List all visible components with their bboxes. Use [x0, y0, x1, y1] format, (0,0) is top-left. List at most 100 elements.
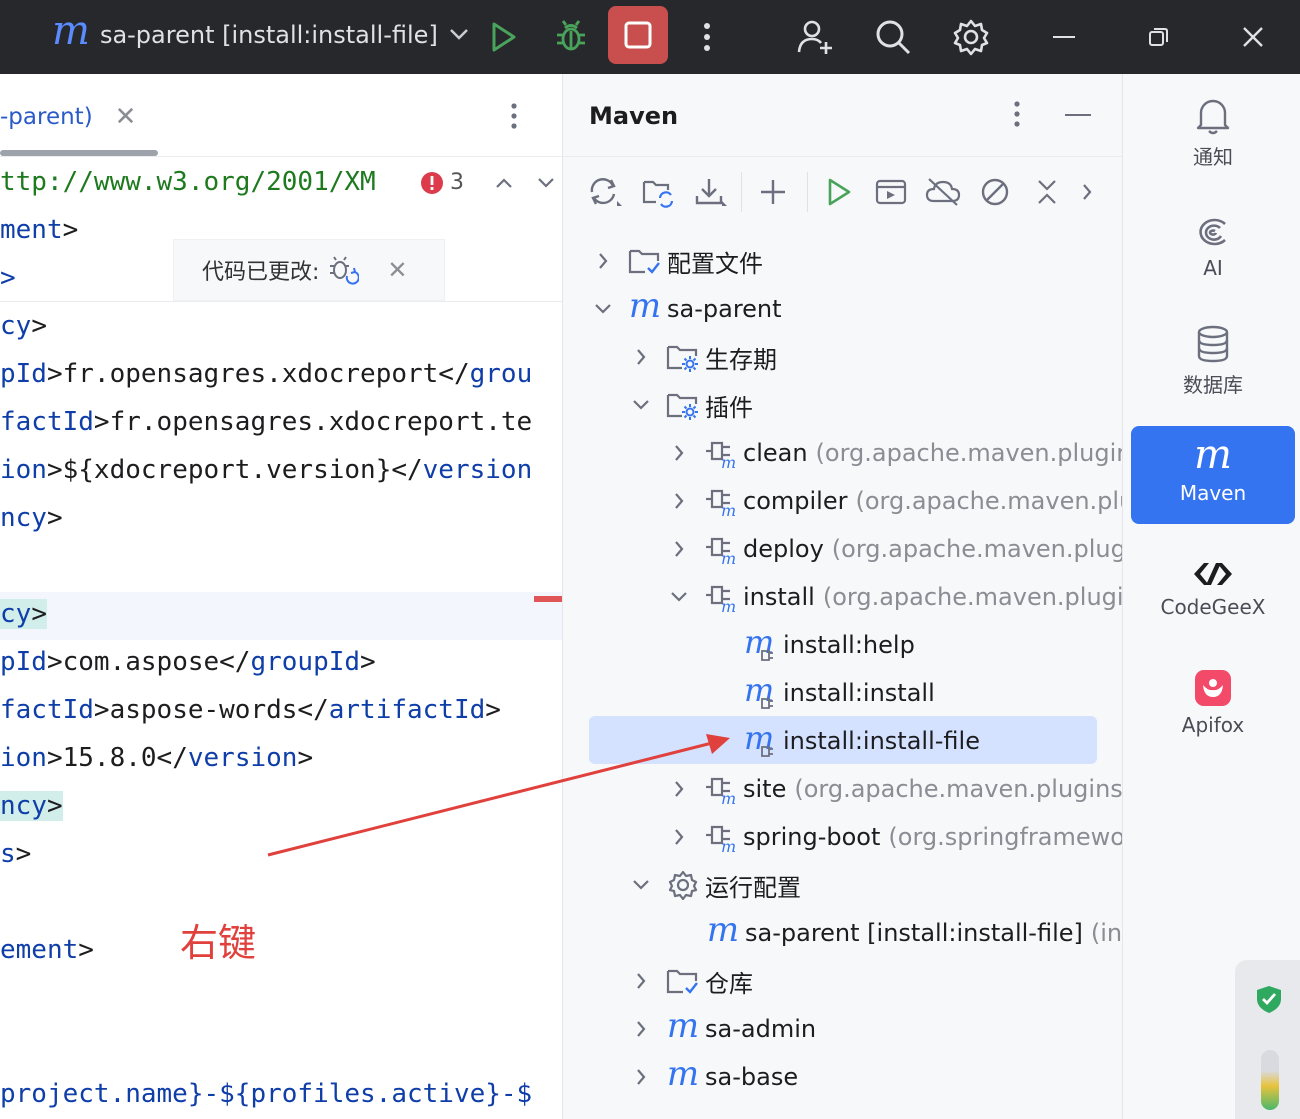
run-icon[interactable] — [480, 14, 526, 60]
chevron-right-icon[interactable] — [627, 1067, 655, 1087]
reload-bug-icon[interactable] — [327, 254, 360, 286]
codegeex-button[interactable]: CodeGeeX — [1131, 540, 1295, 638]
add-project-icon[interactable] — [753, 172, 793, 212]
more-vertical-icon[interactable] — [684, 14, 730, 60]
database-button[interactable]: 数据库 — [1131, 312, 1295, 410]
tree-node-sa-admin[interactable]: m sa-admin — [627, 1006, 816, 1052]
hide-panel-icon[interactable] — [1065, 114, 1091, 116]
repository-folder-icon — [665, 963, 701, 999]
inspection-widget[interactable]: 3 — [420, 170, 556, 195]
tree-node-sa-base[interactable]: m sa-base — [627, 1054, 798, 1100]
chevron-right-icon[interactable] — [627, 347, 655, 367]
code-changed-notice: 代码已更改: ✕ — [173, 239, 445, 301]
tree-node-goal-install-help[interactable]: m install:help — [743, 622, 915, 668]
tab-more-icon[interactable] — [510, 102, 518, 134]
tree-label: install:install-file — [783, 727, 980, 755]
maven-goal-icon: m — [743, 627, 779, 663]
tree-node-lifecycle[interactable]: 生存期 — [627, 334, 777, 380]
database-label: 数据库 — [1183, 372, 1243, 397]
ai-assistant-button[interactable]: AI — [1131, 198, 1295, 296]
tree-node-plugin-site[interactable]: m site (org.apache.maven.plugins:m — [665, 766, 1122, 812]
chevron-down-icon[interactable] — [665, 590, 693, 604]
chevron-down-icon[interactable] — [627, 398, 655, 412]
minimize-icon[interactable] — [1042, 14, 1088, 60]
chevron-right-icon[interactable] — [627, 971, 655, 991]
chevron-right-icon[interactable] — [665, 443, 693, 463]
chevron-right-icon[interactable] — [665, 491, 693, 511]
close-window-icon[interactable] — [1230, 14, 1276, 60]
code-line: pId>com.aspose</groupId> — [0, 647, 376, 677]
code-line: ion>${xdocreport.version}</version — [0, 455, 533, 485]
collapse-all-icon[interactable] — [1027, 172, 1067, 212]
svg-text:m: m — [721, 837, 736, 853]
close-tab-icon[interactable]: ✕ — [115, 102, 137, 132]
editor-tab-label: -parent) — [0, 104, 93, 130]
tree-node-plugin-clean[interactable]: m clean (org.apache.maven.plugins: — [665, 430, 1122, 476]
reload-folder-icon[interactable] — [639, 172, 679, 212]
chevron-right-icon[interactable] — [589, 251, 617, 271]
settings-gear-icon[interactable] — [948, 14, 994, 60]
chevron-right-icon[interactable] — [665, 779, 693, 799]
tree-label: sa-parent [install:install-file] — [745, 919, 1083, 947]
tree-node-plugin-compiler[interactable]: m compiler (org.apache.maven.plug — [665, 478, 1122, 524]
add-user-icon[interactable] — [792, 14, 838, 60]
maven-module-icon: m — [666, 1006, 700, 1046]
debug-icon[interactable] — [548, 14, 594, 60]
tree-node-run-config-item[interactable]: m sa-parent [install:install-file] (inst… — [705, 910, 1122, 956]
search-icon[interactable] — [870, 14, 916, 60]
execute-goal-icon[interactable] — [871, 172, 911, 212]
tree-label: compiler — [743, 487, 848, 515]
run-config-selector[interactable]: m sa-parent [install:install-file] — [52, 8, 470, 58]
reload-projects-icon[interactable] — [585, 172, 625, 212]
tree-node-repositories[interactable]: 仓库 — [627, 958, 753, 1004]
maven-goal-icon: m — [743, 675, 779, 711]
run-maven-build-icon[interactable] — [819, 172, 859, 212]
maven-button[interactable]: m Maven — [1131, 426, 1295, 524]
svg-text:m: m — [721, 597, 736, 613]
tree-detail: (org.apache.maven.plugins: — [815, 439, 1122, 467]
apifox-button[interactable]: Apifox — [1131, 654, 1295, 752]
offline-mode-icon[interactable] — [923, 172, 963, 212]
current-line-highlight — [0, 592, 562, 640]
config-folder-icon — [627, 243, 663, 279]
code-changed-text: 代码已更改: — [202, 260, 320, 285]
download-sources-icon[interactable] — [691, 172, 731, 212]
notifications-button[interactable]: 通知 — [1131, 84, 1295, 182]
chevron-right-icon[interactable] — [665, 827, 693, 847]
tree-node-config-files[interactable]: 配置文件 — [589, 238, 763, 284]
stop-button[interactable] — [608, 6, 668, 64]
close-notice-icon[interactable]: ✕ — [387, 256, 407, 284]
editor-tab[interactable]: -parent) ✕ — [0, 94, 136, 140]
tree-node-goal-install-install[interactable]: m install:install — [743, 670, 935, 716]
tab-divider — [0, 156, 562, 157]
ai-label: AI — [1203, 256, 1223, 280]
tree-node-plugins[interactable]: 插件 — [627, 382, 753, 428]
chevron-down-icon[interactable] — [536, 176, 556, 190]
chevron-up-icon[interactable] — [494, 176, 514, 190]
tree-node-run-configs[interactable]: 运行配置 — [627, 862, 801, 908]
code-editor[interactable]: -parent) ✕ ttp://www.w3.org/2001/XM ment>… — [0, 74, 562, 1119]
tree-label: sa-admin — [705, 1015, 817, 1043]
chevron-down-icon[interactable] — [627, 878, 655, 892]
restore-window-icon[interactable] — [1136, 14, 1182, 60]
tree-node-sa-parent[interactable]: m sa-parent — [589, 286, 782, 332]
panel-options-icon[interactable] — [1013, 100, 1021, 132]
right-tool-stripe: 通知 AI 数据库 m Maven CodeGeeX Apifox — [1122, 74, 1300, 1119]
code-line: ncy> — [0, 503, 63, 533]
code-line: factId>aspose-words</artifactId> — [0, 695, 501, 725]
tree-node-plugin-install[interactable]: m install (org.apache.maven.plugins — [665, 574, 1122, 620]
chevron-down-icon[interactable] — [589, 302, 617, 316]
chevron-right-icon[interactable] — [627, 1019, 655, 1039]
plugins-folder-icon — [665, 387, 701, 423]
chevron-right-icon[interactable] — [665, 539, 693, 559]
tree-node-plugin-deploy[interactable]: m deploy (org.apache.maven.plugir — [665, 526, 1122, 572]
code-line: ion>15.8.0</version> — [0, 743, 314, 773]
toolbar-more-chevron-icon[interactable] — [1067, 172, 1107, 212]
maven-icon: m — [52, 8, 90, 54]
skip-tests-icon[interactable] — [975, 172, 1015, 212]
tree-node-goal-install-file[interactable]: m install:install-file — [743, 718, 980, 764]
tree-label: site — [743, 775, 787, 803]
status-widget[interactable] — [1235, 960, 1300, 1119]
tree-node-plugin-spring-boot[interactable]: m spring-boot (org.springframewor — [665, 814, 1122, 860]
code-line: ttp://www.w3.org/2001/XM — [0, 167, 376, 197]
